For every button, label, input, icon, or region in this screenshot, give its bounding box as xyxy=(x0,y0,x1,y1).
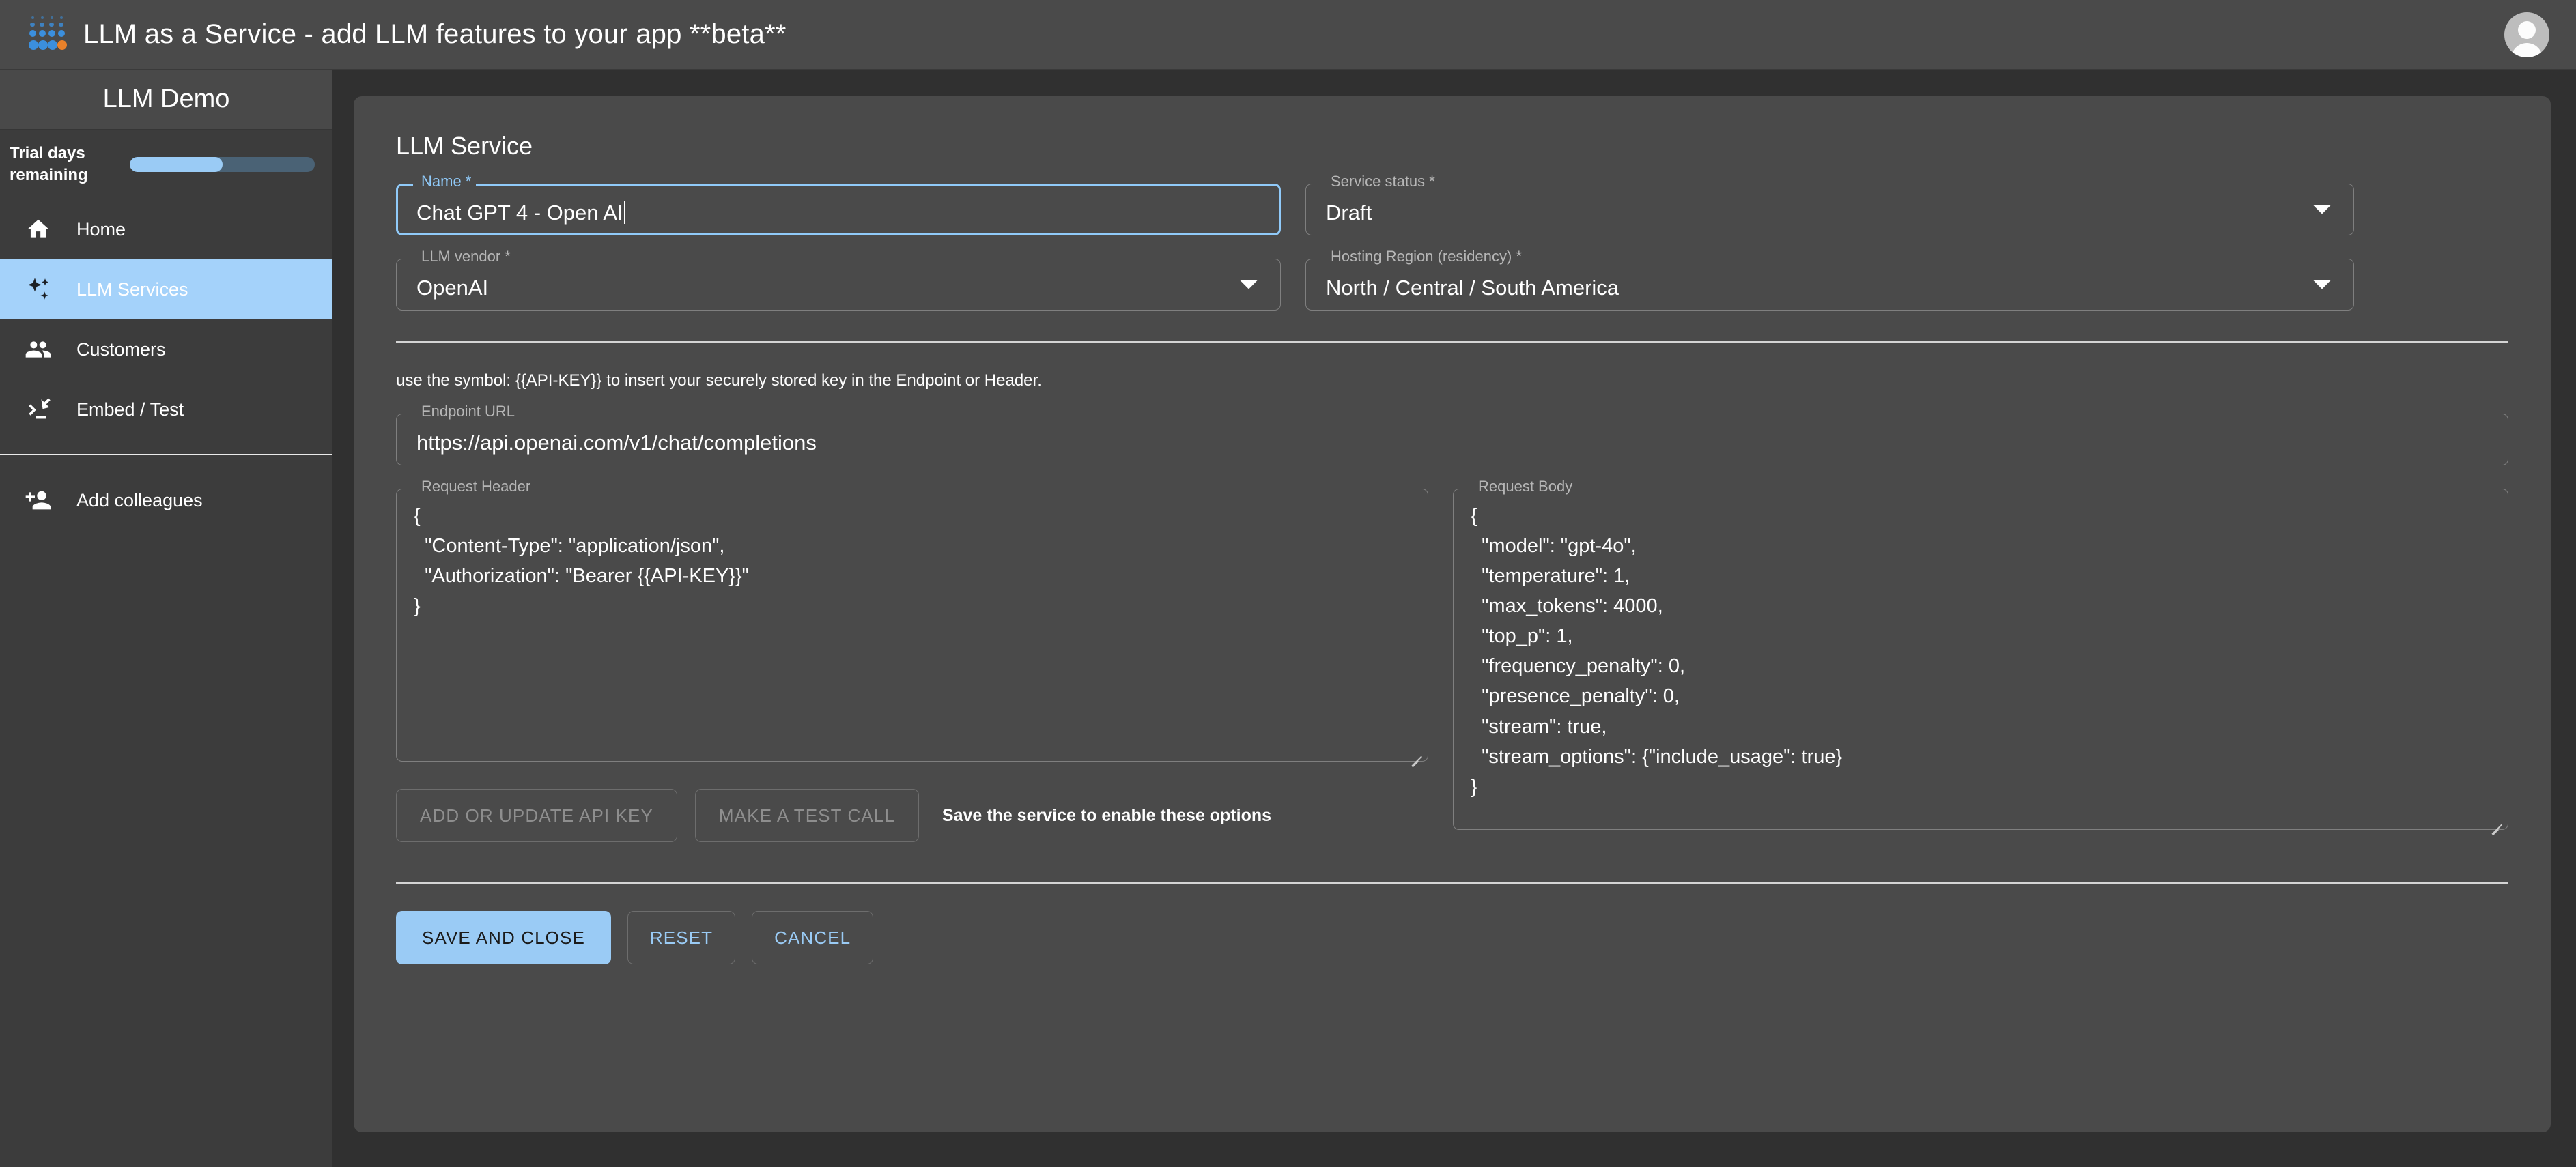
sidebar-item-llm-services[interactable]: LLM Services xyxy=(0,259,332,319)
trial-days-widget: Trial days remaining xyxy=(0,130,332,199)
chevron-down-icon[interactable] xyxy=(2313,205,2331,214)
sidebar-item-home[interactable]: Home xyxy=(0,199,332,259)
form-row-endpoint: Endpoint URL https://api.openai.com/v1/c… xyxy=(354,390,2551,465)
request-body-textarea[interactable]: Request Body { "model": "gpt-4o", "tempe… xyxy=(1453,478,2508,836)
user-avatar-icon[interactable] xyxy=(2504,12,2549,57)
hosting-region-select[interactable]: Hosting Region (residency) * North / Cen… xyxy=(1305,248,2354,311)
people-group-icon xyxy=(0,336,76,363)
endpoint-url-field[interactable]: Endpoint URL https://api.openai.com/v1/c… xyxy=(396,403,2508,465)
form-row-payload: Request Header { "Content-Type": "applic… xyxy=(354,465,2551,836)
dot-pyramid-logo-icon xyxy=(26,15,68,55)
sidebar-item-customers[interactable]: Customers xyxy=(0,319,332,379)
sidebar-item-label: LLM Services xyxy=(76,278,188,300)
home-icon xyxy=(0,216,76,242)
request-header-label: Request Header xyxy=(416,478,536,495)
sidebar-item-label: Add colleagues xyxy=(76,489,203,510)
sidebar-item-label: Customers xyxy=(76,338,166,360)
sidebar-item-label: Home xyxy=(76,218,126,240)
service-status-label: Service status * xyxy=(1326,173,1440,190)
endpoint-url-label: Endpoint URL xyxy=(416,403,520,420)
request-body-label: Request Body xyxy=(1473,478,1578,495)
llm-vendor-label: LLM vendor * xyxy=(416,248,515,265)
name-field-value: Chat GPT 4 - Open AI xyxy=(396,184,1281,241)
trial-days-label: Trial days remaining xyxy=(10,144,88,184)
avatar-body xyxy=(2511,43,2543,57)
form-row-2: LLM vendor * OpenAI Hosting Region (resi… xyxy=(354,235,2551,311)
service-status-value: Draft xyxy=(1326,201,1372,225)
add-or-update-api-key-button: ADD OR UPDATE API KEY xyxy=(396,789,677,842)
sidebar-item-add-colleagues[interactable]: Add colleagues xyxy=(0,470,332,530)
app-title: LLM as a Service - add LLM features to y… xyxy=(83,19,787,49)
sidebar-item-label: Embed / Test xyxy=(76,399,184,420)
name-field[interactable]: Name * Chat GPT 4 - Open AI xyxy=(396,173,1281,235)
api-key-hint: use the symbol: {{API-KEY}} to insert yo… xyxy=(396,371,1042,390)
hosting-region-label: Hosting Region (residency) * xyxy=(1326,248,1527,265)
hosting-region-value: North / Central / South America xyxy=(1326,276,1619,300)
chevron-down-icon[interactable] xyxy=(1240,280,1258,289)
save-and-close-button[interactable]: SAVE AND CLOSE xyxy=(396,911,611,964)
reset-button[interactable]: RESET xyxy=(627,911,736,964)
llm-vendor-value: OpenAI xyxy=(416,276,489,300)
name-field-label: Name * xyxy=(416,173,477,190)
auto-awesome-sparkle-icon xyxy=(0,276,76,303)
footer-divider xyxy=(396,882,2508,884)
trial-progress-bar xyxy=(130,157,315,172)
llm-vendor-select[interactable]: LLM vendor * OpenAI xyxy=(396,248,1281,311)
resize-handle-icon[interactable] xyxy=(1407,742,1424,768)
chevron-down-icon[interactable] xyxy=(2313,280,2331,289)
integration-instructions-icon xyxy=(0,397,76,422)
trial-progress-fill xyxy=(130,157,223,172)
sidebar-item-embed-test[interactable]: Embed / Test xyxy=(0,379,332,440)
person-add-icon xyxy=(0,487,76,514)
sidebar-heading: LLM Demo xyxy=(0,70,332,130)
save-service-note: Save the service to enable these options xyxy=(942,805,1272,825)
request-header-value: { "Content-Type": "application/json", "A… xyxy=(414,505,749,618)
avatar-head xyxy=(2518,21,2536,40)
request-header-textarea[interactable]: Request Header { "Content-Type": "applic… xyxy=(396,478,1428,768)
text-cursor xyxy=(623,201,625,224)
sidebar: LLM Demo Trial days remaining Home LLM S… xyxy=(0,70,332,1167)
form-row-1: Name * Chat GPT 4 - Open AI Service stat… xyxy=(354,160,2551,235)
llm-service-panel: LLM Service Name * Chat GPT 4 - Open AI … xyxy=(354,96,2551,1132)
top-app-bar: LLM as a Service - add LLM features to y… xyxy=(0,0,2576,70)
service-status-select[interactable]: Service status * Draft xyxy=(1305,173,2354,235)
make-a-test-call-button: MAKE A TEST CALL xyxy=(694,789,919,842)
endpoint-url-value: https://api.openai.com/v1/chat/completio… xyxy=(416,431,817,455)
page-title: LLM Service xyxy=(396,132,533,160)
primary-actions: SAVE AND CLOSE RESET CANCEL xyxy=(354,911,2551,964)
request-body-value: { "model": "gpt-4o", "temperature": 1, "… xyxy=(1471,505,1843,798)
cancel-button[interactable]: CANCEL xyxy=(752,911,874,964)
